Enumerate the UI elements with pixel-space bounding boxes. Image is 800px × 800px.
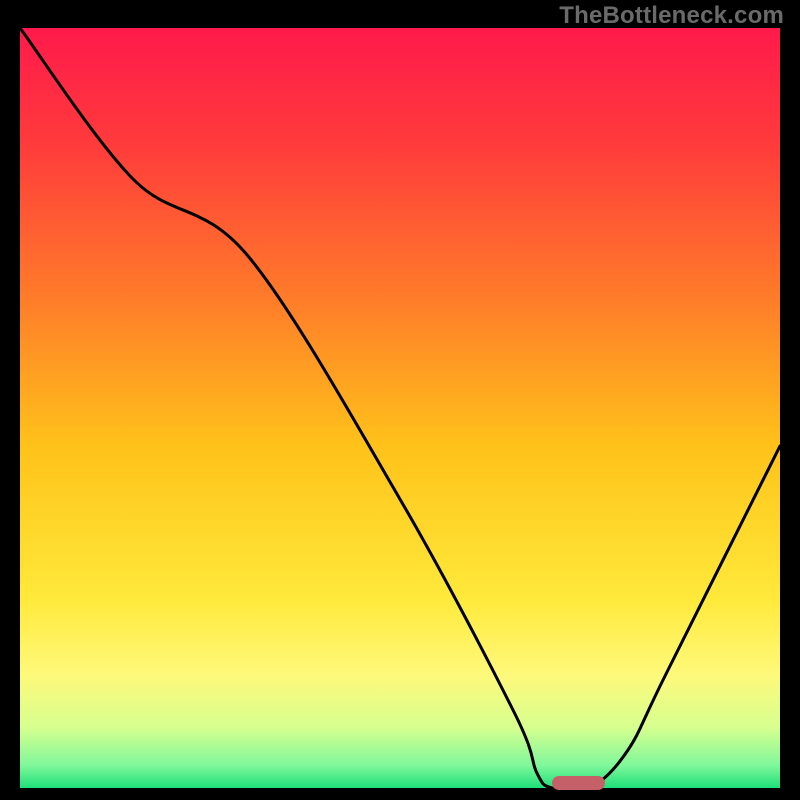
chart-root: TheBottleneck.com <box>0 0 800 800</box>
watermark-text: TheBottleneck.com <box>559 2 784 30</box>
chart-svg <box>20 28 780 788</box>
plot-area <box>20 28 780 788</box>
optimal-range-marker <box>552 776 605 790</box>
